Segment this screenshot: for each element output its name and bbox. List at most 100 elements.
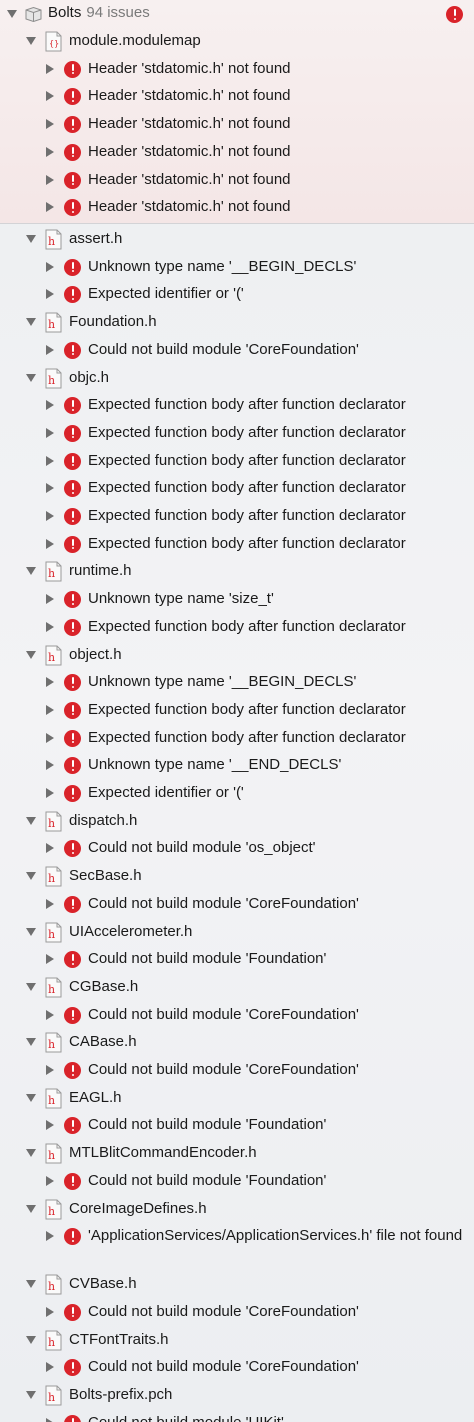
file-row[interactable]: h objc.h xyxy=(0,365,474,393)
issue-row[interactable]: Could not build module 'CoreFoundation' xyxy=(0,1354,474,1382)
file-row[interactable]: h assert.h xyxy=(0,226,474,254)
disclosure-right-icon[interactable] xyxy=(46,91,54,102)
disclosure-right-icon[interactable] xyxy=(46,63,54,74)
disclosure-right-icon[interactable] xyxy=(46,898,54,909)
file-row[interactable]: h CVBase.h xyxy=(0,1271,474,1299)
disclosure-right-icon[interactable] xyxy=(46,843,54,854)
issue-row[interactable]: Could not build module 'Foundation' xyxy=(0,1168,474,1196)
issue-row[interactable]: Could not build module 'CoreFoundation' xyxy=(0,1299,474,1327)
disclosure-right-icon[interactable] xyxy=(46,1362,54,1373)
disclosure-down-icon[interactable] xyxy=(26,1038,36,1047)
disclosure-right-icon[interactable] xyxy=(46,1065,54,1075)
disclosure-down-icon[interactable] xyxy=(26,567,36,576)
disclosure-right-icon[interactable] xyxy=(46,289,54,300)
disclosure-down-icon[interactable] xyxy=(26,1204,36,1213)
disclosure-right-icon[interactable] xyxy=(46,1120,54,1131)
file-row[interactable]: h object.h xyxy=(0,642,474,670)
disclosure-down-icon[interactable] xyxy=(7,10,17,18)
file-row[interactable]: h Bolts-prefix.pch xyxy=(0,1382,474,1410)
disclosure-right-icon[interactable] xyxy=(46,261,54,272)
disclosure-right-icon[interactable] xyxy=(46,174,54,185)
disclosure-down-icon[interactable] xyxy=(26,1093,36,1102)
issue-row[interactable]: Unknown type name 'size_t' xyxy=(0,586,474,614)
issue-row[interactable]: Unknown type name '__END_DECLS' xyxy=(0,752,474,780)
disclosure-down-icon[interactable] xyxy=(26,982,36,991)
disclosure-right-icon[interactable] xyxy=(46,455,54,466)
disclosure-down-icon[interactable] xyxy=(26,872,36,881)
issue-row[interactable]: Header 'stdatomic.h' not found xyxy=(0,139,474,167)
issue-row[interactable]: Could not build module 'Foundation' xyxy=(0,946,474,974)
file-row[interactable]: {} module.modulemap xyxy=(0,28,474,56)
file-row[interactable]: h Foundation.h xyxy=(0,309,474,337)
file-row[interactable]: h UIAccelerometer.h xyxy=(0,919,474,947)
disclosure-right-icon[interactable] xyxy=(46,119,54,130)
disclosure-right-icon[interactable] xyxy=(46,1009,54,1020)
issue-row[interactable]: Header 'stdatomic.h' not found xyxy=(0,167,474,195)
disclosure-down-icon[interactable] xyxy=(26,37,36,45)
disclosure-right-icon[interactable] xyxy=(46,1231,54,1242)
issue-row[interactable]: Could not build module 'CoreFoundation' xyxy=(0,891,474,919)
disclosure-down-icon[interactable] xyxy=(26,927,36,936)
disclosure-down-icon[interactable] xyxy=(26,373,36,382)
disclosure-down-icon[interactable] xyxy=(26,816,36,825)
disclosure-down-icon[interactable] xyxy=(26,318,36,327)
file-row[interactable]: h runtime.h xyxy=(0,558,474,586)
disclosure-right-icon[interactable] xyxy=(46,511,54,521)
disclosure-right-icon[interactable] xyxy=(46,788,54,798)
issue-row[interactable]: Expected function body after function de… xyxy=(0,697,474,725)
issue-row[interactable]: Expected function body after function de… xyxy=(0,392,474,420)
issue-row[interactable]: Expected identifier or '(' xyxy=(0,780,474,808)
disclosure-right-icon[interactable] xyxy=(46,677,54,688)
issue-row[interactable]: Could not build module 'UIKit' xyxy=(0,1410,474,1422)
file-row[interactable]: h CTFontTraits.h xyxy=(0,1327,474,1355)
issue-row[interactable]: Unknown type name '__BEGIN_DECLS' xyxy=(0,669,474,697)
disclosure-right-icon[interactable] xyxy=(46,704,54,715)
disclosure-right-icon[interactable] xyxy=(46,1417,54,1422)
disclosure-right-icon[interactable] xyxy=(46,146,54,157)
disclosure-right-icon[interactable] xyxy=(46,427,54,438)
project-row[interactable]: Bolts 94 issues xyxy=(0,0,474,28)
disclosure-right-icon[interactable] xyxy=(46,760,54,771)
disclosure-down-icon[interactable] xyxy=(26,1280,36,1289)
disclosure-right-icon[interactable] xyxy=(46,483,54,494)
disclosure-right-icon[interactable] xyxy=(46,400,54,411)
issue-row[interactable]: Expected function body after function de… xyxy=(0,420,474,448)
issue-row[interactable]: Expected function body after function de… xyxy=(0,725,474,753)
disclosure-right-icon[interactable] xyxy=(46,538,54,549)
issue-row[interactable]: Header 'stdatomic.h' not found xyxy=(0,194,474,222)
file-row[interactable]: h EAGL.h xyxy=(0,1085,474,1113)
file-row[interactable]: h CGBase.h xyxy=(0,974,474,1002)
issue-row[interactable]: Header 'stdatomic.h' not found xyxy=(0,83,474,111)
issue-row[interactable]: Expected function body after function de… xyxy=(0,614,474,642)
issue-row[interactable]: Expected function body after function de… xyxy=(0,448,474,476)
issue-row[interactable]: Expected function body after function de… xyxy=(0,531,474,559)
disclosure-right-icon[interactable] xyxy=(46,732,54,743)
disclosure-right-icon[interactable] xyxy=(46,954,54,965)
disclosure-right-icon[interactable] xyxy=(46,621,54,632)
issue-row[interactable]: Header 'stdatomic.h' not found xyxy=(0,56,474,84)
issue-row[interactable]: Expected function body after function de… xyxy=(0,503,474,531)
disclosure-down-icon[interactable] xyxy=(26,1149,36,1158)
file-row[interactable]: h dispatch.h xyxy=(0,808,474,836)
disclosure-down-icon[interactable] xyxy=(26,235,36,243)
disclosure-right-icon[interactable] xyxy=(46,344,54,355)
file-row[interactable]: h MTLBlitCommandEncoder.h xyxy=(0,1140,474,1168)
file-row[interactable]: h CABase.h xyxy=(0,1029,474,1057)
issue-row[interactable]: Expected identifier or '(' xyxy=(0,281,474,309)
disclosure-right-icon[interactable] xyxy=(46,594,54,605)
issue-row[interactable]: Could not build module 'CoreFoundation' xyxy=(0,1057,474,1085)
issue-row[interactable]: Unknown type name '__BEGIN_DECLS' xyxy=(0,254,474,282)
disclosure-right-icon[interactable] xyxy=(46,1175,54,1186)
issue-row[interactable]: Could not build module 'Foundation' xyxy=(0,1112,474,1140)
disclosure-right-icon[interactable] xyxy=(46,1306,54,1317)
disclosure-down-icon[interactable] xyxy=(26,1391,36,1399)
disclosure-down-icon[interactable] xyxy=(26,1335,36,1344)
issue-row[interactable]: Expected function body after function de… xyxy=(0,475,474,503)
issue-row[interactable]: Could not build module 'os_object' xyxy=(0,835,474,863)
issue-row[interactable]: 'ApplicationServices/ApplicationServices… xyxy=(0,1223,474,1271)
disclosure-down-icon[interactable] xyxy=(26,650,36,659)
issue-row[interactable]: Could not build module 'CoreFoundation' xyxy=(0,1002,474,1030)
file-row[interactable]: h SecBase.h xyxy=(0,863,474,891)
issue-row[interactable]: Could not build module 'CoreFoundation' xyxy=(0,337,474,365)
issue-row[interactable]: Header 'stdatomic.h' not found xyxy=(0,111,474,139)
